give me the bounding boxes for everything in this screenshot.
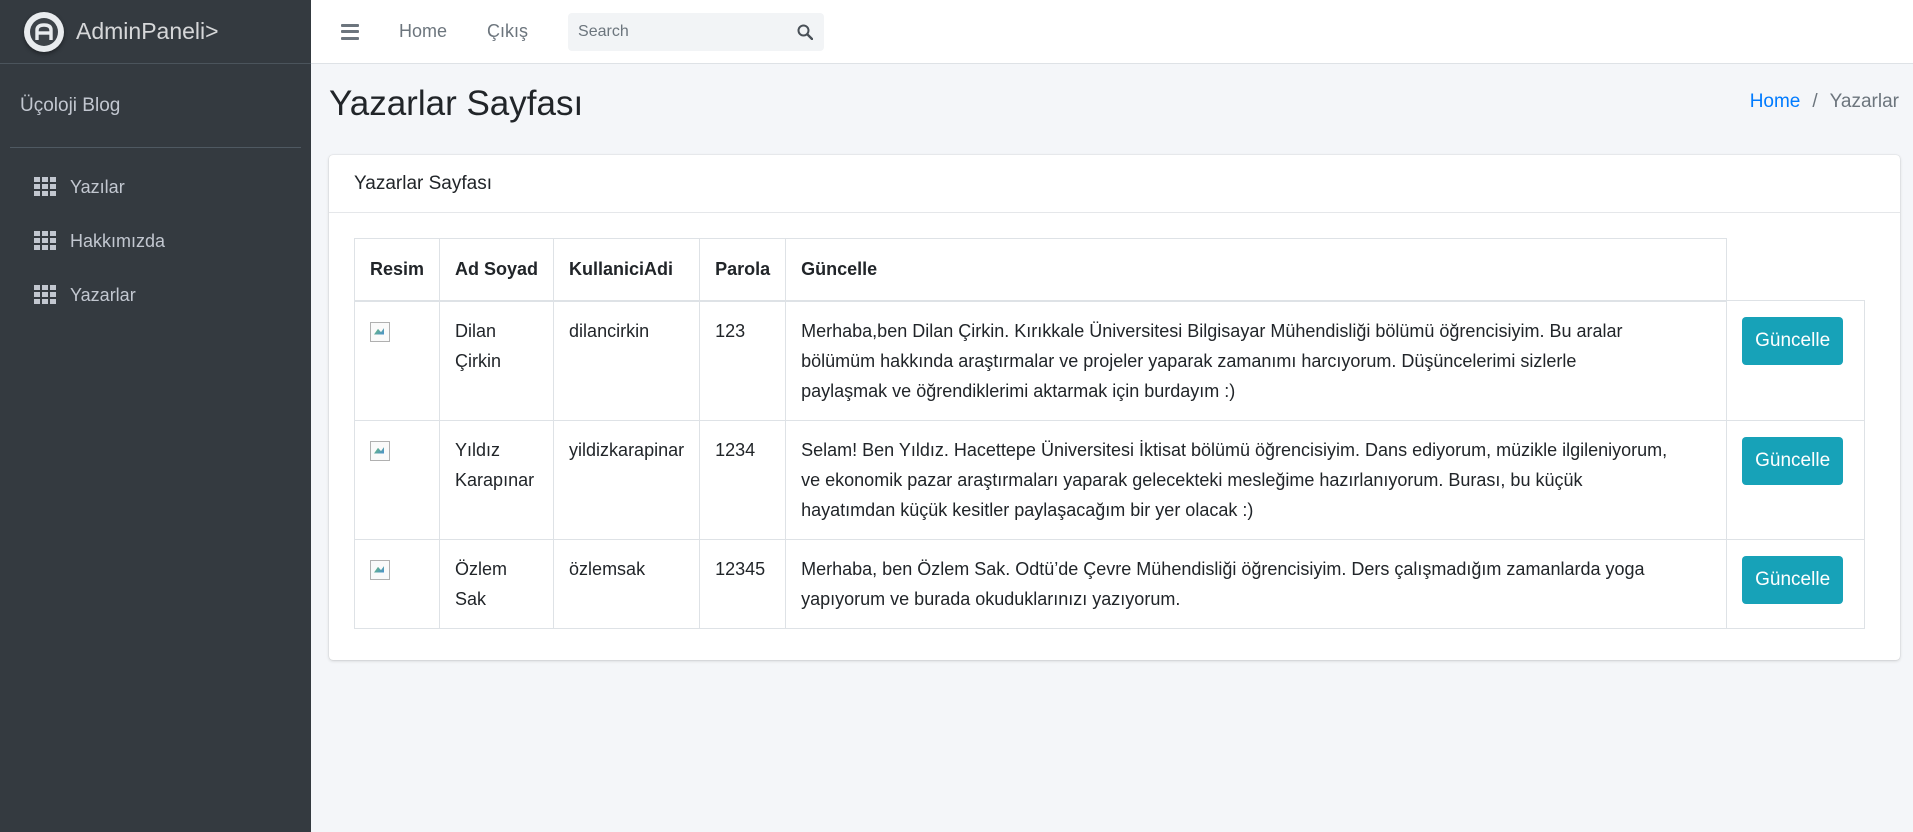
broken-image-icon [370,559,390,580]
brand-link[interactable]: AdminPaneli> [0,0,311,64]
grid-icon [34,285,56,305]
broken-image-icon [370,440,390,461]
breadcrumb-current: Yazarlar [1829,91,1899,112]
brand-title: AdminPaneli> [76,18,219,44]
author-image-cell [353,538,441,629]
update-button[interactable]: Güncelle [1742,317,1844,365]
author-image-cell [353,300,441,421]
author-action-cell: Güncelle [1726,538,1866,629]
authors-table: Resim Ad Soyad KullaniciAdi Parola Günce… [353,238,1866,629]
column-header-guncelle: Güncelle [785,238,1728,302]
sidebar-item-yazilar[interactable]: Yazılar [0,160,311,214]
sidebar-item-label: Hakkımızda [70,230,166,251]
nav-logout-link[interactable]: Çıkış [487,21,528,42]
grid-icon [34,231,56,251]
author-username-cell: yildizkarapinar [553,419,701,540]
breadcrumb-separator: / [1812,91,1818,112]
update-button[interactable]: Güncelle [1742,555,1844,604]
author-name-cell: Dilan Çirkin [439,300,555,421]
breadcrumb-home-link[interactable]: Home [1750,91,1801,113]
author-image-cell [353,419,441,540]
author-password-cell: 123 [699,300,787,421]
nav-home-link[interactable]: Home [399,21,447,42]
broken-image-icon [370,321,390,342]
top-navbar: Home Çıkış [311,0,1913,64]
search-icon[interactable] [786,13,824,51]
column-header-ad-soyad: Ad Soyad [439,238,555,302]
author-username-cell: dilancirkin [553,300,701,421]
author-username-cell: özlemsak [553,538,701,629]
author-about-cell: Merhaba, ben Özlem Sak. Odtü’de Çevre Mü… [785,538,1728,629]
author-action-cell: Güncelle [1726,300,1866,421]
authors-card: Yazarlar Sayfası Resim Ad Soyad Kullanic… [329,155,1900,660]
author-about-cell: Selam! Ben Yıldız. Hacettepe Üniversites… [785,419,1728,540]
user-panel[interactable]: Üçoloji Blog [10,64,301,148]
author-action-cell: Güncelle [1726,419,1866,540]
search-input[interactable] [568,12,787,51]
sidebar-item-yazarlar[interactable]: Yazarlar [0,268,311,322]
sidebar-item-label: Yazılar [70,176,125,197]
author-name-cell: Özlem Sak [439,538,555,629]
sidebar-item-hakkimizda[interactable]: Hakkımızda [0,214,311,268]
author-password-cell: 1234 [699,419,787,540]
table-row: Özlem Sak özlemsak 12345 Merhaba, ben Özl… [353,538,1866,629]
column-header-kullanici-adi: KullaniciAdi [553,238,701,302]
search-box [568,12,825,51]
brand-logo-icon [24,11,64,52]
column-header-blank [1727,239,1865,301]
author-password-cell: 12345 [699,538,787,629]
table-header-row: Resim Ad Soyad KullaniciAdi Parola Günce… [353,238,1865,302]
card-body: Resim Ad Soyad KullaniciAdi Parola Günce… [329,213,1900,654]
column-header-parola: Parola [699,238,787,302]
breadcrumb: Home / Yazarlar [1750,91,1899,113]
page-title: Yazarlar Sayfası [329,84,584,123]
sidebar-item-label: Yazarlar [70,284,136,305]
update-button[interactable]: Güncelle [1742,436,1844,485]
sidebar: AdminPaneli> Üçoloji Blog Yazılar Hakkım… [0,0,311,832]
author-about-cell: Merhaba,ben Dilan Çirkin. Kırıkkale Üniv… [785,300,1728,421]
sidebar-nav: Yazılar Hakkımızda Yazarlar [0,148,311,322]
menu-toggle-icon[interactable] [341,23,359,40]
grid-icon [34,177,56,197]
card-title: Yazarlar Sayfası [329,155,1900,213]
table-row: Dilan Çirkin dilancirkin 123 Merhaba,ben … [353,300,1866,421]
author-name-cell: Yıldız Karapınar [439,419,555,540]
column-header-resim: Resim [353,238,441,302]
table-row: Yıldız Karapınar yildizkarapinar 1234 Sel… [353,419,1866,540]
user-name: Üçoloji Blog [20,94,121,116]
